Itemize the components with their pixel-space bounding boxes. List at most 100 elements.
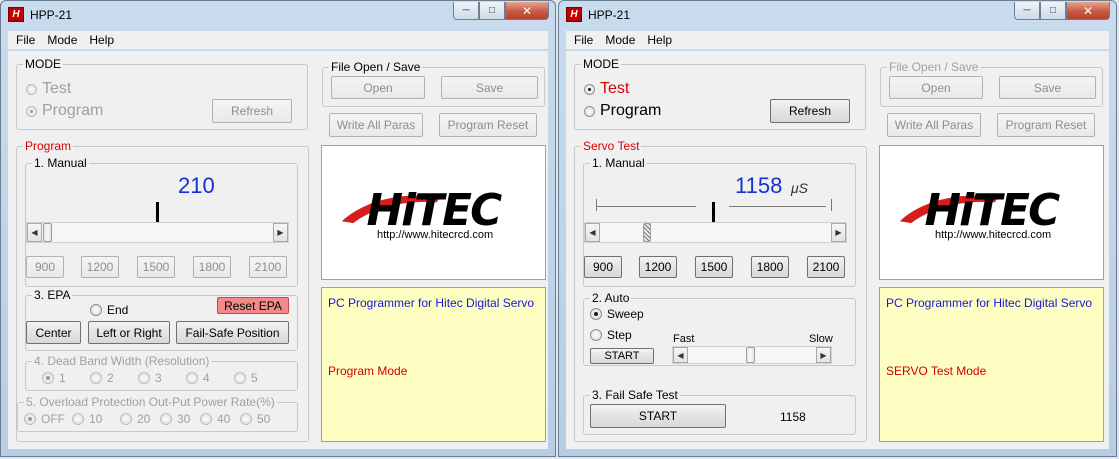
mode-test-radio[interactable]: Test [26,80,71,98]
mode-program-radio[interactable]: Program [584,102,661,120]
overload-group-label: 5. Overload Protection Out-Put Power Rat… [24,395,277,409]
file-group: File Open / Save Open Save [880,60,1103,107]
scroll-left-icon[interactable]: ◀ [27,223,42,242]
overload-20-radio[interactable]: 20 [120,412,150,426]
write-all-paras-button[interactable]: Write All Paras [329,113,423,137]
failsafe-value: 1158 [780,410,806,424]
scroll-right-icon[interactable]: ▶ [273,223,288,242]
deadband-3-label: 3 [155,371,162,385]
write-all-paras-button[interactable]: Write All Paras [887,113,981,137]
menu-mode[interactable]: Mode [47,33,77,47]
auto-step-radio[interactable]: Step [590,328,632,342]
overload-10-radio[interactable]: 10 [72,412,102,426]
center-button[interactable]: Center [26,321,81,344]
hitec-logo [899,185,1061,236]
preset-900-button[interactable]: 900 [26,256,64,278]
website-url: http://www.hitecrcd.com [377,229,494,241]
menu-file[interactable]: File [16,33,35,47]
deadband-2-radio[interactable]: 2 [90,371,114,385]
deadband-5-radio[interactable]: 5 [234,371,258,385]
manual-slider[interactable]: ◀ ▶ [584,222,847,243]
preset-1200-button[interactable]: 1200 [639,256,677,278]
preset-900-button[interactable]: 900 [584,256,622,278]
program-reset-button[interactable]: Program Reset [439,113,537,137]
overload-30-radio[interactable]: 30 [160,412,190,426]
menu-help[interactable]: Help [89,33,114,47]
deadband-1-radio[interactable]: 1 [42,371,66,385]
manual-slider[interactable]: ◀ ▶ [26,222,289,243]
deadband-4-radio[interactable]: 4 [186,371,210,385]
manual-value: 1158 [735,173,783,198]
speed-left-icon[interactable]: ◀ [673,347,688,363]
title-bar[interactable]: H HPP-21 ─ □ ✕ [1,1,555,29]
epa-group: 3. EPA End Reset EPA Center Left or Righ… [25,288,298,351]
close-icon[interactable]: ✕ [1066,2,1110,20]
open-button[interactable]: Open [331,76,425,99]
deadband-group-label: 4. Dead Band Width (Resolution) [32,354,212,368]
epa-group-label: 3. EPA [32,288,73,302]
preset-1500-button[interactable]: 1500 [137,256,175,278]
speed-right-icon[interactable]: ▶ [816,347,831,363]
preset-2100-button[interactable]: 2100 [807,256,845,278]
preset-1500-button[interactable]: 1500 [695,256,733,278]
auto-sweep-label: Sweep [607,307,644,321]
overload-off-radio[interactable]: OFF [24,412,65,426]
scroll-left-icon[interactable]: ◀ [585,223,600,242]
refresh-button[interactable]: Refresh [770,99,850,123]
slider-thumb[interactable] [43,223,52,242]
title-bar[interactable]: H HPP-21 ─ □ ✕ [559,1,1116,29]
manual-group-label: 1. Manual [32,156,89,170]
mode-test-radio[interactable]: Test [584,80,629,98]
slider-thumb[interactable] [643,223,651,242]
epa-end-radio[interactable]: End [90,303,128,317]
preset-1800-button[interactable]: 1800 [751,256,789,278]
servo-test-group-label: Servo Test [581,139,642,153]
menu-bar: File Mode Help [8,31,548,50]
speed-slider[interactable]: ◀ ▶ [672,346,832,364]
overload-50-radio[interactable]: 50 [240,412,270,426]
overload-20-label: 20 [137,412,151,426]
menu-mode[interactable]: Mode [605,33,635,47]
left-or-right-button[interactable]: Left or Right [88,321,170,344]
failsafe-start-button[interactable]: START [590,404,726,428]
logo-panel: http://www.hitecrcd.com [321,145,546,280]
mode-test-label: Test [600,80,630,97]
info-title: PC Programmer for Hitec Digital Servo [886,296,1093,310]
maximize-icon[interactable]: □ [479,2,505,20]
fail-safe-position-button[interactable]: Fail-Safe Position [176,321,289,344]
maximize-icon[interactable]: □ [1040,2,1066,20]
program-reset-button[interactable]: Program Reset [997,113,1095,137]
client-area: MODE Test Program Refresh File Open / Sa… [566,51,1109,449]
overload-40-label: 40 [217,412,231,426]
preset-1200-button[interactable]: 1200 [81,256,119,278]
auto-start-button[interactable]: START [590,348,654,364]
mode-group-label: MODE [23,57,63,71]
deadband-3-radio[interactable]: 3 [138,371,162,385]
left-window: H HPP-21 ─ □ ✕ File Mode Help MODE Test … [0,0,556,457]
save-button[interactable]: Save [441,76,538,99]
refresh-button[interactable]: Refresh [212,99,292,123]
preset-1800-button[interactable]: 1800 [193,256,231,278]
open-button[interactable]: Open [889,76,983,99]
auto-step-label: Step [607,328,632,342]
logo-panel: http://www.hitecrcd.com [879,145,1104,280]
minimize-icon[interactable]: ─ [453,2,479,20]
reset-epa-button[interactable]: Reset EPA [217,297,289,314]
auto-sweep-radio[interactable]: Sweep [590,307,644,321]
menu-help[interactable]: Help [647,33,672,47]
file-group-label: File Open / Save [887,60,981,74]
save-button[interactable]: Save [999,76,1096,99]
caption-buttons: ─ □ ✕ [453,2,549,21]
speed-thumb[interactable] [746,347,755,363]
close-icon[interactable]: ✕ [505,2,549,20]
endpoint-track-right [729,206,826,207]
speed-fast-label: Fast [673,333,695,345]
mode-program-radio[interactable]: Program [26,102,103,120]
overload-40-radio[interactable]: 40 [200,412,230,426]
minimize-icon[interactable]: ─ [1014,2,1040,20]
preset-2100-button[interactable]: 2100 [249,256,287,278]
scroll-right-icon[interactable]: ▶ [831,223,846,242]
hitec-app-icon: H [566,7,582,22]
menu-file[interactable]: File [574,33,593,47]
hitec-logo [341,185,503,236]
